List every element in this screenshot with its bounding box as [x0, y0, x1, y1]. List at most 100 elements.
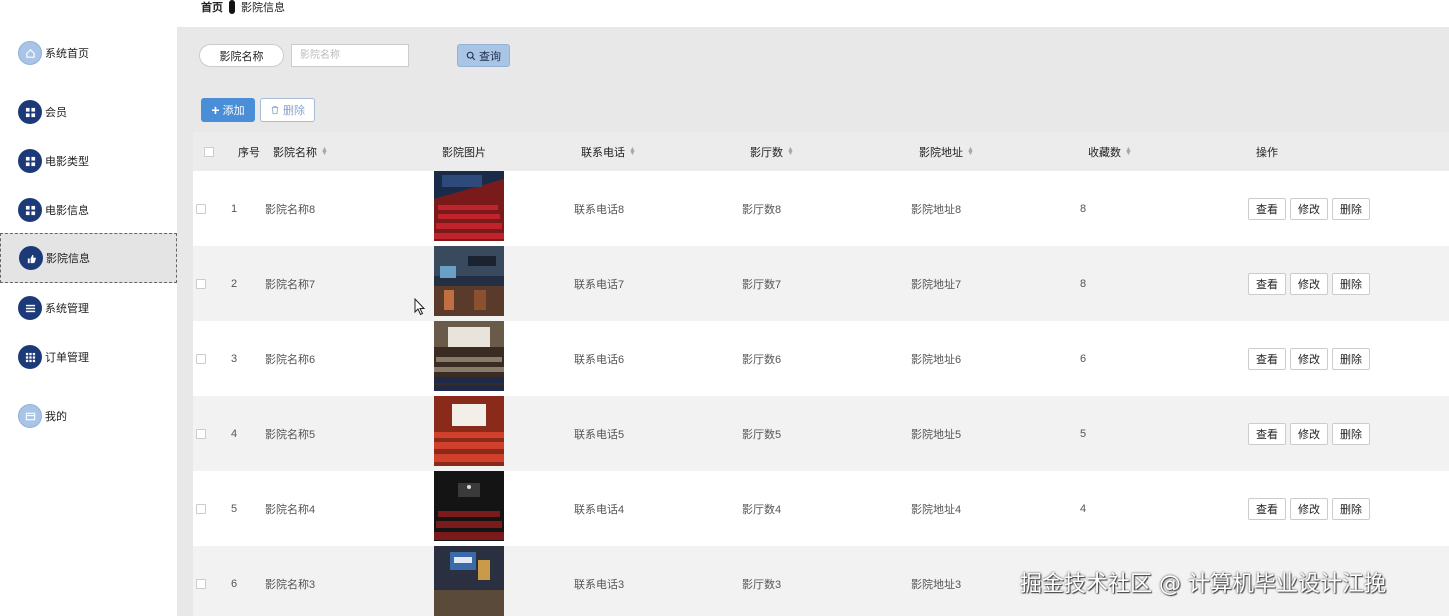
- edit-button[interactable]: 修改: [1290, 422, 1328, 445]
- header-favorites[interactable]: 收藏数 ▲ ▼: [1088, 132, 1132, 171]
- breadcrumb-home[interactable]: 首页: [201, 0, 223, 15]
- delete-button[interactable]: 删除: [1332, 497, 1370, 520]
- row-checkbox[interactable]: [196, 428, 206, 439]
- sidebar-item-label: 系统管理: [45, 303, 89, 315]
- row-checkbox[interactable]: [196, 278, 206, 289]
- edit-button[interactable]: 修改: [1290, 497, 1328, 520]
- header-halls[interactable]: 影厅数 ▲ ▼: [750, 132, 794, 171]
- row-select-cell: [196, 246, 206, 321]
- cell-favorites: 8: [1080, 202, 1087, 215]
- search-input[interactable]: [291, 44, 409, 67]
- sidebar-item-label: 电影信息: [45, 205, 89, 217]
- row-select-cell: [196, 171, 206, 246]
- row-checkbox[interactable]: [196, 353, 206, 364]
- cell-phone: 联系电话4: [574, 503, 625, 516]
- cell-index: 3: [231, 352, 238, 365]
- cell-address: 影院地址5: [911, 428, 962, 441]
- cell-favorites: 6: [1080, 352, 1087, 365]
- cell-index: 1: [231, 202, 238, 215]
- sort-icon: ▲ ▼: [321, 145, 328, 157]
- view-button[interactable]: 查看: [1248, 197, 1286, 220]
- grid-icon: [18, 198, 42, 222]
- search-button[interactable]: 查询: [457, 44, 510, 67]
- search-field-label: 影院名称: [199, 44, 284, 67]
- row-select-cell: [196, 546, 206, 616]
- cell-index: 4: [231, 427, 238, 440]
- cell-phone: 联系电话3: [574, 578, 625, 591]
- view-button[interactable]: 查看: [1248, 272, 1286, 295]
- table-row: 1 影院名称8 联系电话8 影厅数8 影院地址8 8 查看 修改 删除: [193, 171, 1449, 246]
- header-index: 序号: [238, 146, 260, 159]
- cell-halls: 影厅数8: [742, 203, 782, 216]
- row-checkbox[interactable]: [196, 503, 206, 514]
- plus-icon: +: [211, 102, 220, 118]
- cell-phone: 联系电话6: [574, 353, 625, 366]
- view-button[interactable]: 查看: [1248, 347, 1286, 370]
- batch-delete-button[interactable]: 删除: [260, 98, 315, 122]
- edit-button[interactable]: 修改: [1290, 347, 1328, 370]
- sidebar-item-orders[interactable]: 订单管理: [0, 332, 177, 382]
- add-button[interactable]: + 添加: [201, 98, 255, 122]
- edit-button[interactable]: 修改: [1290, 197, 1328, 220]
- row-checkbox[interactable]: [196, 578, 206, 589]
- add-button-label: 添加: [222, 105, 245, 117]
- cell-favorites: 5: [1080, 427, 1087, 440]
- delete-button[interactable]: 删除: [1332, 422, 1370, 445]
- row-actions: 查看 修改 删除: [1248, 471, 1374, 546]
- cinema-image: [434, 321, 504, 391]
- sort-icon: ▲ ▼: [629, 145, 636, 157]
- delete-button[interactable]: 删除: [1332, 272, 1370, 295]
- row-select-cell: [196, 321, 206, 396]
- sidebar-item-mine[interactable]: 我的: [0, 391, 177, 441]
- cell-address: 影院地址3: [911, 578, 962, 591]
- delete-button[interactable]: 删除: [1332, 347, 1370, 370]
- header-name[interactable]: 影院名称 ▲ ▼: [273, 132, 328, 171]
- view-button[interactable]: 查看: [1248, 422, 1286, 445]
- grid-icon: [18, 149, 42, 173]
- breadcrumb-separator: [229, 0, 235, 14]
- sidebar-item-label: 订单管理: [45, 352, 89, 364]
- header-image: 影院图片: [442, 146, 486, 159]
- sort-icon: ▲ ▼: [787, 145, 794, 157]
- sidebar-item-members[interactable]: 会员: [0, 87, 177, 137]
- sidebar-item-movie-info[interactable]: 电影信息: [0, 185, 177, 235]
- row-actions: 查看 修改 删除: [1248, 396, 1374, 471]
- row-checkbox[interactable]: [196, 203, 206, 214]
- sidebar-item-label: 系统首页: [45, 48, 89, 60]
- sidebar-item-movie-types[interactable]: 电影类型: [0, 136, 177, 186]
- apps-icon: [18, 345, 42, 369]
- view-button[interactable]: 查看: [1248, 497, 1286, 520]
- table-row: 2 影院名称7 联系电话7 影厅数7 影院地址7 8 查看 修改 删除: [193, 246, 1449, 321]
- sidebar-item-cinema-info[interactable]: 影院信息: [0, 233, 177, 283]
- grid-icon: [18, 100, 42, 124]
- sidebar-item-label: 会员: [45, 107, 67, 119]
- cell-name: 影院名称5: [265, 428, 316, 441]
- delete-button[interactable]: 删除: [1332, 197, 1370, 220]
- table-row: 3 影院名称6 联系电话6 影厅数6 影院地址6 6 查看 修改 删除: [193, 321, 1449, 396]
- cell-halls: 影厅数4: [742, 503, 782, 516]
- cinema-image: [434, 246, 504, 316]
- cell-address: 影院地址7: [911, 278, 962, 291]
- home-icon: [18, 41, 42, 65]
- sidebar-item-label: 电影类型: [45, 156, 89, 168]
- cell-index: 2: [231, 277, 238, 290]
- header-phone-label: 联系电话: [581, 146, 625, 159]
- sidebar-item-system[interactable]: 系统管理: [0, 283, 177, 333]
- header-phone[interactable]: 联系电话 ▲ ▼: [581, 132, 636, 171]
- cell-halls: 影厅数3: [742, 578, 782, 591]
- sort-icon: ▲ ▼: [1125, 145, 1132, 157]
- list-icon: [18, 296, 42, 320]
- sort-icon: ▲ ▼: [967, 145, 974, 157]
- header-address-label: 影院地址: [919, 146, 963, 159]
- cinema-image: [434, 471, 504, 541]
- cinema-table: 序号 影院名称 ▲ ▼ 影院图片 联系电话 ▲ ▼ 影厅数 ▲ ▼ 影院地址 ▲ ▼ 收…: [193, 132, 1449, 616]
- search-button-label: 查询: [479, 50, 501, 63]
- header-address[interactable]: 影院地址 ▲ ▼: [919, 132, 974, 171]
- edit-button[interactable]: 修改: [1290, 272, 1328, 295]
- row-select-cell: [196, 396, 206, 471]
- main-panel: 影院名称 查询 + 添加 删除 序号 影院名称 ▲▼ 影院图片 联系电话 ▲▼: [177, 27, 1449, 616]
- select-all-checkbox[interactable]: [204, 146, 214, 157]
- sidebar-item-home[interactable]: 系统首页: [0, 28, 177, 78]
- watermark: 掘金技术社区 @ 计算机毕业设计江挽: [1020, 572, 1386, 597]
- cell-phone: 联系电话5: [574, 428, 625, 441]
